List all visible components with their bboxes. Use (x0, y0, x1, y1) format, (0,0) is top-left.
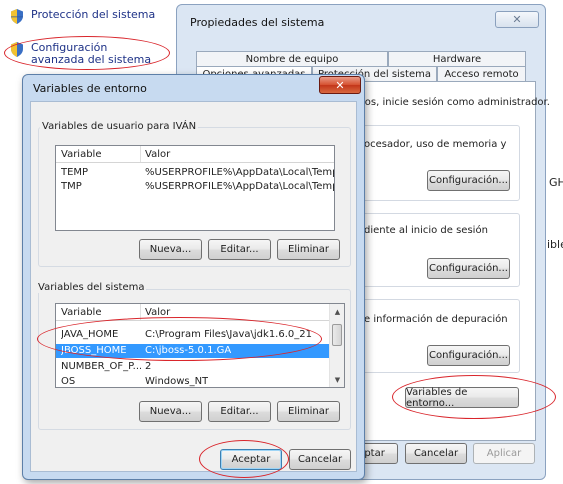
user-edit-button[interactable]: Editar... (208, 239, 271, 260)
system-variables-list[interactable]: Variable Valor JAVA_HOME C:\Program File… (55, 303, 345, 388)
edge-text: GH (549, 176, 563, 189)
table-row[interactable]: TEMP %USERPROFILE%\AppData\Local\Temp (56, 166, 334, 180)
tab-remote-access[interactable]: Acceso remoto (437, 66, 526, 81)
close-icon: ✕ (335, 78, 345, 92)
column-header-variable[interactable]: Variable (61, 307, 102, 318)
system-new-button[interactable]: Nueva... (139, 401, 202, 422)
sidebar-item-advanced-settings[interactable]: Configuración avanzada del sistema (10, 42, 170, 66)
cancel-button[interactable]: Cancelar (289, 449, 351, 470)
performance-config-button[interactable]: Configuración... (427, 170, 510, 191)
system-edit-button[interactable]: Editar... (208, 401, 271, 422)
tab-computer-name[interactable]: Nombre de equipo (196, 51, 388, 66)
profile-config-button[interactable]: Configuración... (427, 258, 510, 279)
user-variables-list[interactable]: Variable Valor TEMP %USERPROFILE%\AppDat… (55, 145, 335, 231)
admin-note: ios, inicie sesión como administrador. (362, 97, 550, 108)
table-row[interactable]: JAVA_HOME C:\Program Files\Java\jdk1.6.0… (56, 328, 344, 342)
dialog-title: Variables de entorno (33, 82, 147, 95)
scroll-down-arrow-icon[interactable]: ▼ (330, 372, 344, 387)
ok-button[interactable]: Aceptar (220, 449, 282, 470)
edge-text: ible (547, 238, 563, 251)
column-header-value[interactable]: Valor (145, 149, 170, 160)
close-icon: ✕ (512, 13, 522, 26)
table-row[interactable]: TMP %USERPROFILE%\AppData\Local\Temp (56, 180, 334, 194)
user-new-button[interactable]: Nueva... (139, 239, 202, 260)
performance-text: ocesador, uso de memoria y (364, 139, 507, 150)
user-delete-button[interactable]: Eliminar (277, 239, 340, 260)
cancel-button-bg[interactable]: Cancelar (405, 443, 467, 464)
list-header: Variable Valor (56, 304, 344, 321)
close-button[interactable]: ✕ (495, 11, 539, 28)
tab-hardware[interactable]: Hardware (388, 51, 526, 66)
shield-icon (11, 42, 23, 57)
column-header-variable[interactable]: Variable (61, 149, 102, 160)
system-delete-button[interactable]: Eliminar (277, 401, 340, 422)
shield-icon (11, 9, 23, 24)
table-row[interactable]: NUMBER_OF_P... 2 (56, 360, 344, 374)
sidebar-item-system-protection[interactable]: Protección del sistema (10, 9, 155, 24)
system-variables-label: Variables del sistema (36, 282, 147, 293)
sidebar-item-label: Protección del sistema (31, 8, 156, 21)
window-title: Propiedades del sistema (190, 16, 325, 29)
profile-text: diente al inicio de sesión (364, 225, 488, 236)
startup-config-button[interactable]: Configuración... (427, 345, 510, 366)
user-variables-label: Variables de usuario para IVÁN (40, 121, 199, 132)
sidebar-item-label: Configuración avanzada del sistema (31, 41, 152, 66)
apply-button[interactable]: Aplicar (473, 443, 535, 464)
dialog-close-button[interactable]: ✕ (319, 76, 361, 94)
environment-variables-button[interactable]: Variables de entorno... (405, 387, 519, 409)
scroll-up-arrow-icon[interactable]: ▲ (330, 304, 344, 319)
list-header: Variable Valor (56, 146, 334, 163)
startup-text: e información de depuración (364, 314, 508, 325)
vertical-scrollbar[interactable]: ▲ ▼ (329, 304, 344, 387)
column-header-value[interactable]: Valor (145, 307, 170, 318)
table-row-selected[interactable]: JBOSS_HOME C:\jboss-5.0.1.GA (56, 344, 329, 358)
table-row[interactable]: OS Windows_NT (56, 375, 344, 387)
scrollbar-thumb[interactable] (332, 324, 342, 346)
